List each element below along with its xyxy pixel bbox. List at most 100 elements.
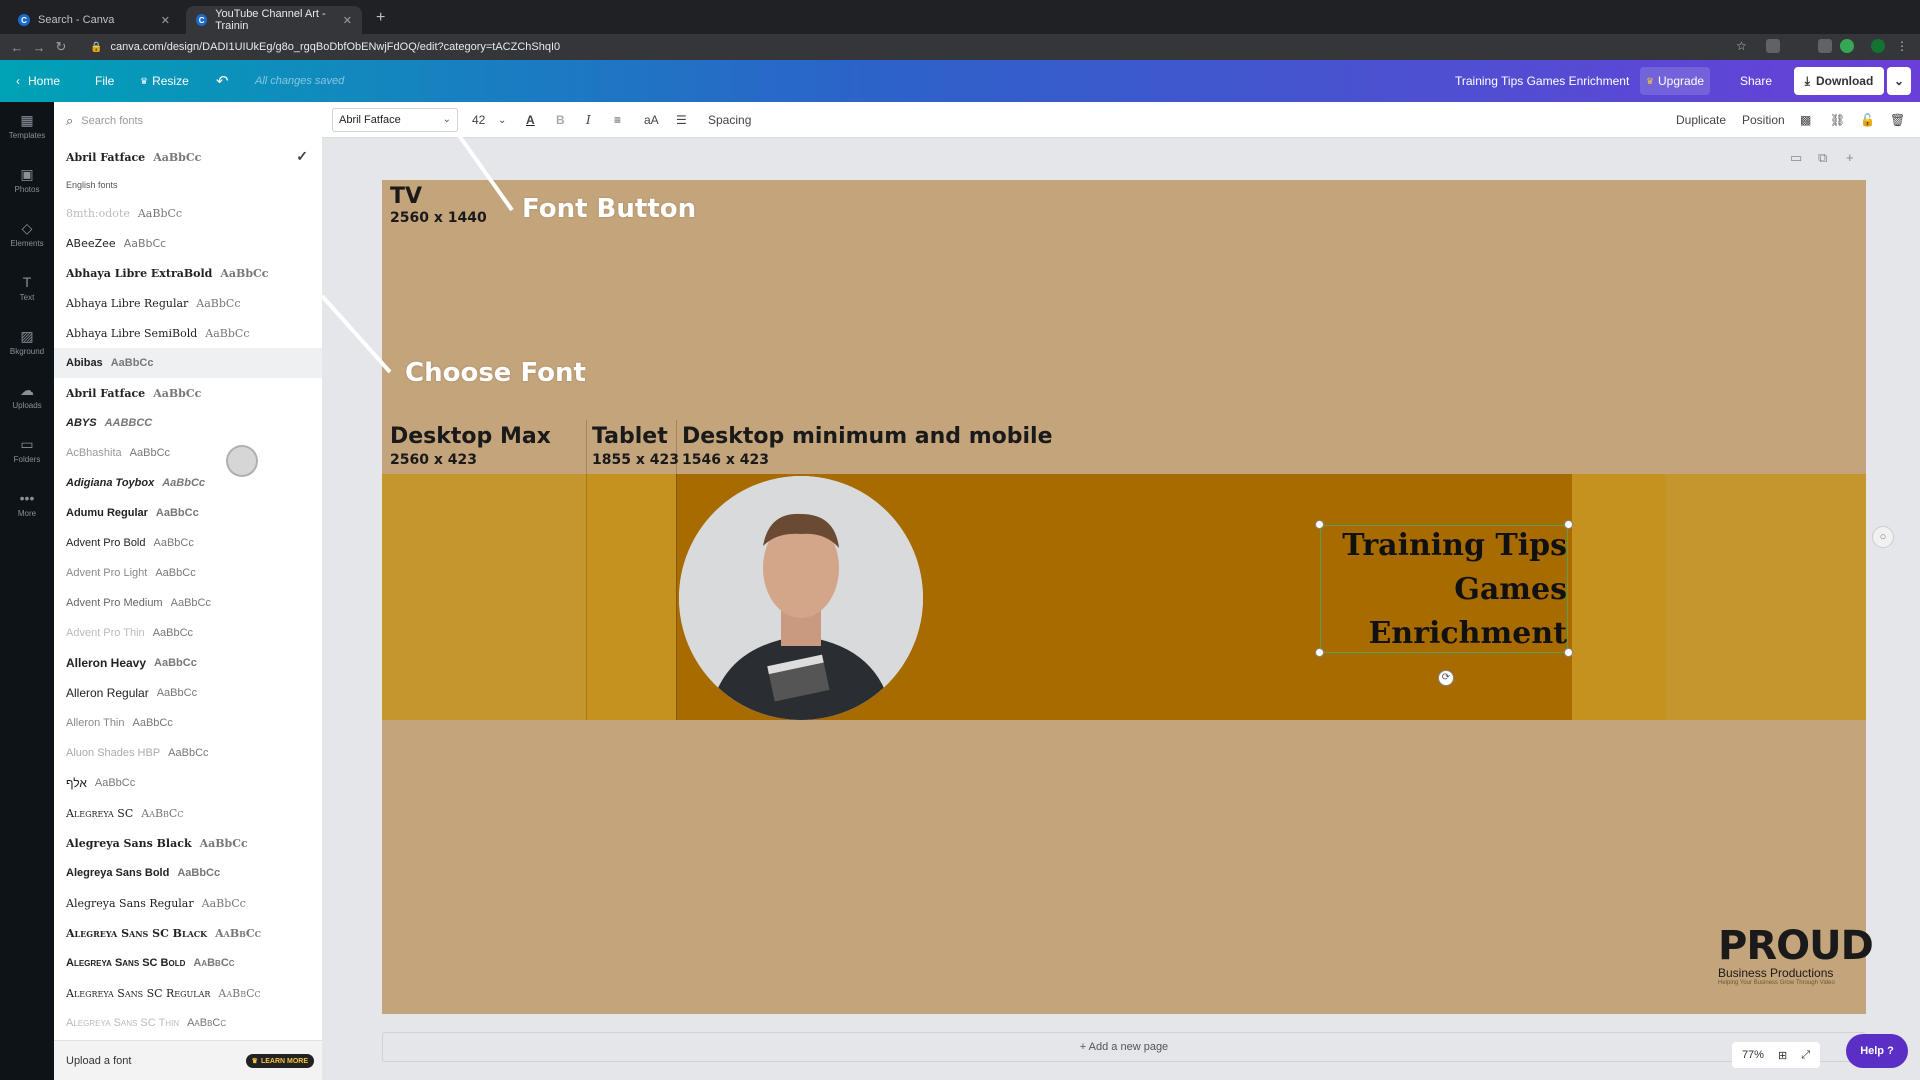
font-list-item[interactable]: ABeeZee AaBbCc — [54, 228, 322, 258]
canva-favicon-icon: C — [196, 14, 208, 26]
font-list-item[interactable]: Abhaya Libre SemiBold AaBbCc — [54, 318, 322, 348]
font-size-field[interactable]: 42 — [472, 102, 485, 138]
resize-handle[interactable] — [1315, 520, 1324, 529]
font-list-item[interactable]: Abibas AaBbCc — [54, 348, 322, 378]
font-list-item[interactable]: Alleron Regular AaBbCc — [54, 678, 322, 708]
rail-elements[interactable]: ◇ Elements — [0, 210, 54, 262]
lock-icon[interactable]: 🔓 — [1860, 102, 1875, 138]
reload-icon[interactable]: ↻ — [50, 39, 72, 55]
rotate-icon[interactable]: ⟳ — [1438, 670, 1454, 686]
close-tab-icon[interactable]: ✕ — [343, 14, 352, 27]
align-icon[interactable]: ≡ — [614, 102, 621, 138]
upload-font-bar[interactable]: Upload a font ♛ LEARN MORE — [54, 1040, 322, 1080]
download-options-chevron-icon[interactable]: ⌄ — [1887, 67, 1911, 95]
share-button[interactable]: Share — [1728, 67, 1784, 95]
profile-avatar-icon[interactable] — [1871, 39, 1885, 53]
font-list-item[interactable]: Alegreya SC AaBbCc — [54, 798, 322, 828]
rail-photos[interactable]: ▣ Photos — [0, 156, 54, 208]
bold-icon[interactable]: B — [556, 102, 565, 138]
fullscreen-icon[interactable]: ⤢ — [1801, 1049, 1810, 1062]
font-list-item[interactable]: Alegreya Sans Black AaBbCc — [54, 828, 322, 858]
font-list-item[interactable]: אלף AaBbCc — [54, 768, 322, 798]
font-list-item[interactable]: Adumu Regular AaBbCc — [54, 498, 322, 528]
font-list-item[interactable]: AcBhashita AaBbCc — [54, 438, 322, 468]
file-menu[interactable]: File — [95, 60, 114, 102]
title-text-box[interactable]: Training Tips Games Enrichment — [1320, 525, 1568, 653]
link-icon[interactable]: ⛓ — [1830, 102, 1845, 138]
browser-menu-icon[interactable]: ⋮ — [1896, 39, 1910, 53]
font-list-item[interactable]: Abhaya Libre Regular AaBbCc — [54, 288, 322, 318]
font-list-item[interactable]: Abhaya Libre ExtraBold AaBbCc — [54, 258, 322, 288]
selected-font-item[interactable]: Abril Fatface AaBbCc ✓ — [54, 142, 322, 172]
font-list-item[interactable]: Alleron Thin AaBbCc — [54, 708, 322, 738]
list-icon[interactable]: ☰ — [676, 102, 687, 138]
font-list-item[interactable]: Alegreya Sans SC Bold AaBbCc — [54, 948, 322, 978]
document-title[interactable]: Training Tips Games Enrichment — [1455, 60, 1629, 102]
transparency-icon[interactable]: ▩ — [1800, 102, 1811, 138]
rail-folders[interactable]: ▭ Folders — [0, 426, 54, 478]
font-list-item[interactable]: Abril Fatface AaBbCc — [54, 378, 322, 408]
add-new-page-button[interactable]: + Add a new page — [382, 1032, 1866, 1062]
font-list-item[interactable]: 8mth:odote AaBbCc — [54, 198, 322, 228]
undo-icon[interactable]: ↶ — [216, 60, 229, 102]
home-button[interactable]: ‹ Home — [16, 60, 60, 102]
comment-icon[interactable]: ○ — [1872, 526, 1894, 548]
font-list-item[interactable]: ABYS AABBCC — [54, 408, 322, 438]
font-list-item[interactable]: Alleron Heavy AaBbCc — [54, 648, 322, 678]
rail-uploads[interactable]: ☁ Uploads — [0, 372, 54, 424]
extension-icon[interactable] — [1840, 39, 1854, 53]
forward-icon[interactable]: → — [28, 40, 50, 55]
zoom-level[interactable]: 77% — [1742, 1049, 1764, 1061]
close-tab-icon[interactable]: ✕ — [161, 14, 170, 27]
resize-handle[interactable] — [1564, 648, 1573, 657]
font-list-item[interactable]: Alegreya Sans SC Black AaBbCc — [54, 918, 322, 948]
font-list-item[interactable]: Adigiana Toybox AaBbCc — [54, 468, 322, 498]
font-list-item[interactable]: Alegreya Sans Regular AaBbCc — [54, 888, 322, 918]
grid-view-icon[interactable]: ⊞ — [1778, 1049, 1787, 1062]
upgrade-button[interactable]: ♛ Upgrade — [1640, 67, 1710, 95]
font-list-item[interactable]: Alegreya Sans SC Regular AaBbCc — [54, 978, 322, 1008]
page-notes-icon[interactable]: ▭ — [1790, 150, 1802, 166]
rail-text[interactable]: T Text — [0, 264, 54, 316]
letter-case-icon[interactable]: aA — [644, 102, 659, 138]
new-tab-button[interactable]: + — [376, 9, 385, 27]
back-icon[interactable]: ← — [6, 40, 28, 55]
trash-icon[interactable]: 🗑 — [1890, 102, 1905, 138]
italic-icon[interactable]: I — [586, 102, 591, 138]
rail-templates[interactable]: ▦ Templates — [0, 102, 54, 154]
extension-icon[interactable] — [1818, 39, 1832, 53]
url-text: canva.com/design/DADI1UIUkEg/g8o_rgqBoDb… — [110, 41, 561, 53]
resize-button[interactable]: ♛ Resize — [140, 60, 189, 102]
download-button[interactable]: ⤓ Download — [1794, 67, 1884, 95]
help-button[interactable]: Help ? — [1846, 1034, 1908, 1068]
rail-label: Folders — [13, 455, 41, 464]
position-button[interactable]: Position — [1742, 102, 1785, 138]
text-color-icon[interactable]: A — [526, 102, 535, 138]
design-canvas[interactable]: TV 2560 x 1440 Desktop Max 2560 x 423 Ta… — [382, 180, 1874, 1014]
font-button[interactable]: Abril Fatface ⌄ — [332, 108, 458, 132]
bookmark-star-icon[interactable]: ☆ — [1736, 39, 1750, 53]
font-list-item[interactable]: Advent Pro Medium AaBbCc — [54, 588, 322, 618]
tab-youtube-channel-art[interactable]: C YouTube Channel Art - Trainin ✕ — [186, 6, 362, 34]
url-field[interactable]: 🔒 canva.com/design/DADI1UIUkEg/g8o_rgqBo… — [90, 38, 560, 56]
font-list-item[interactable]: Advent Pro Bold AaBbCc — [54, 528, 322, 558]
font-search[interactable]: ⌕ Search fonts — [62, 110, 314, 132]
learn-more-button[interactable]: ♛ LEARN MORE — [245, 1054, 314, 1068]
copy-page-icon[interactable]: ⧉ — [1818, 150, 1827, 166]
profile-photo[interactable] — [679, 476, 923, 720]
resize-handle[interactable] — [1315, 648, 1324, 657]
font-list-item[interactable]: Alegreya Sans SC Thin AaBbCc — [54, 1008, 322, 1038]
tab-search-canva[interactable]: C Search - Canva ✕ — [8, 6, 180, 34]
duplicate-button[interactable]: Duplicate — [1676, 102, 1726, 138]
chevron-down-icon[interactable]: ⌄ — [498, 102, 506, 138]
rail-background[interactable]: ▨ Bkground — [0, 318, 54, 370]
font-list-item[interactable]: Aluon Shades HBP AaBbCc — [54, 738, 322, 768]
add-page-icon[interactable]: + — [1846, 150, 1854, 165]
font-list-item[interactable]: Advent Pro Thin AaBbCc — [54, 618, 322, 648]
extension-icon[interactable] — [1766, 39, 1780, 53]
font-list-item[interactable]: Advent Pro Light AaBbCc — [54, 558, 322, 588]
resize-handle[interactable] — [1564, 520, 1573, 529]
rail-more[interactable]: ••• More — [0, 480, 54, 532]
spacing-button[interactable]: Spacing — [708, 102, 751, 138]
font-list-item[interactable]: Alegreya Sans Bold AaBbCc — [54, 858, 322, 888]
